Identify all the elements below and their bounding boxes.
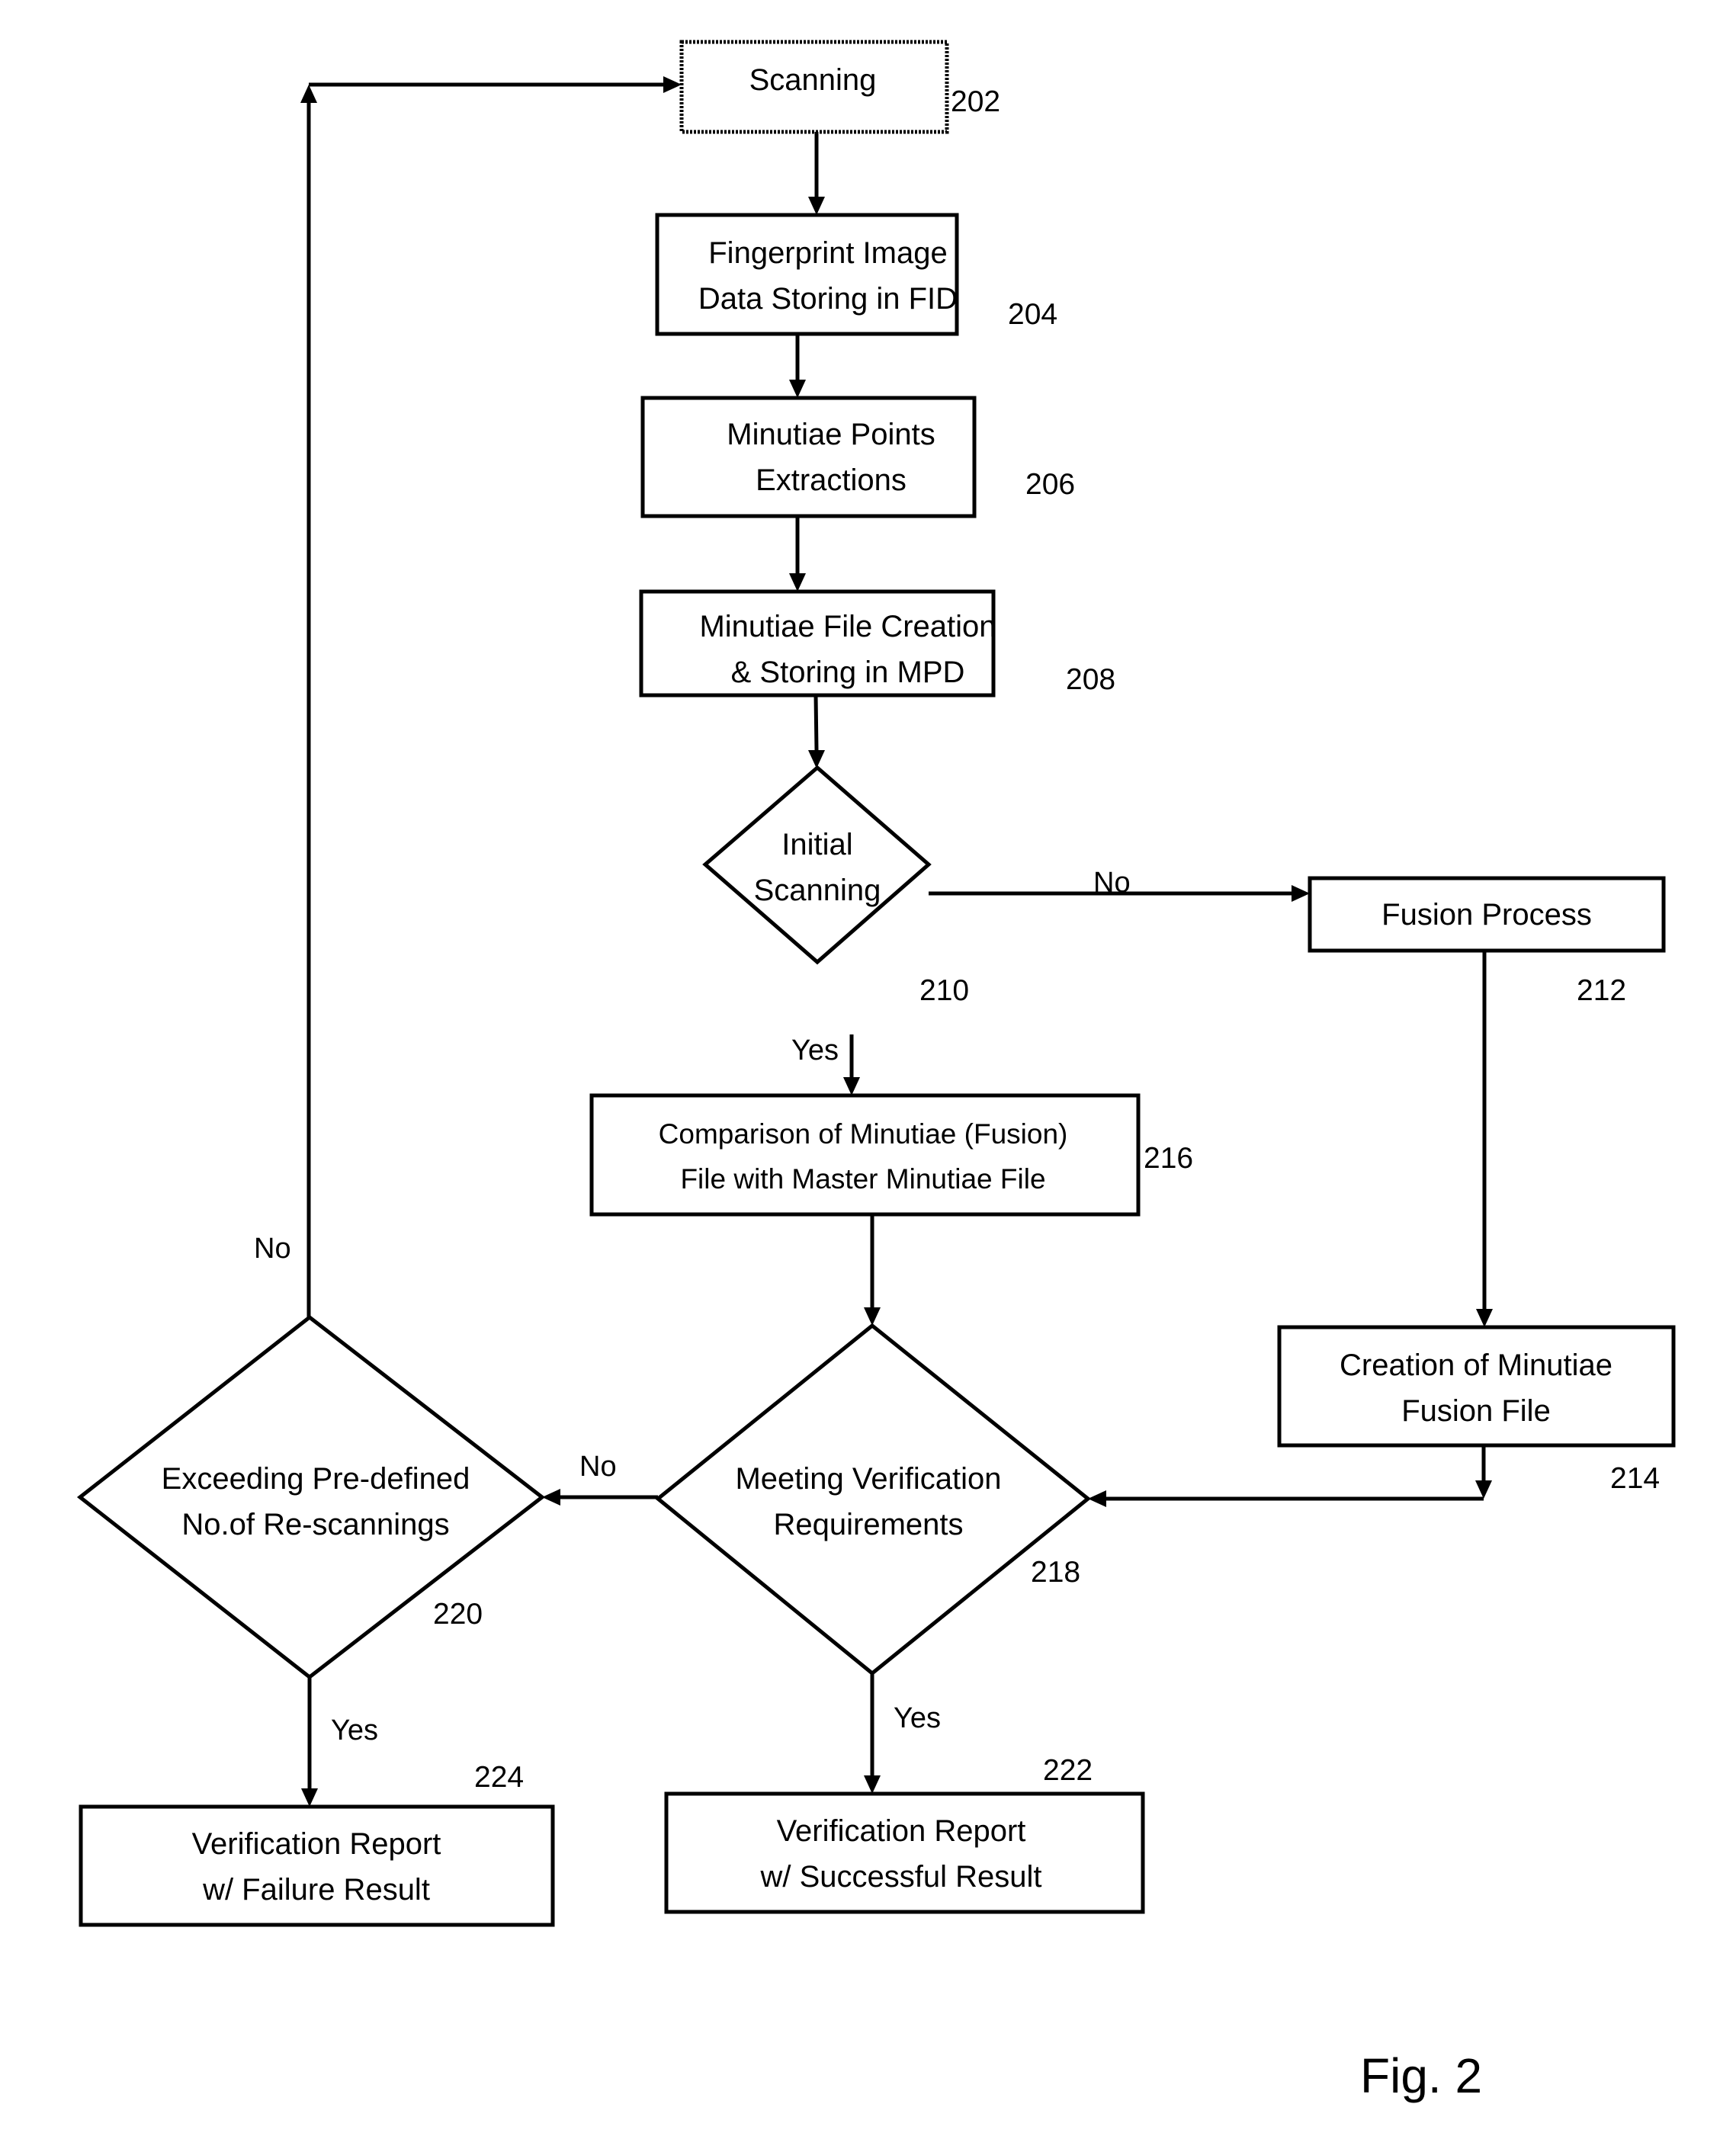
node-label: Fingerprint Image [708,236,947,270]
ref-number: 210 [919,974,969,1007]
node-minutiae-file-creation: Minutiae File Creation & Storing in MPD … [639,589,1115,698]
decision-diamond [702,765,932,965]
figure-label: Fig. 2 [1360,2048,1482,2103]
process-box [664,1791,1145,1914]
node-label: & Storing in MPD [731,656,965,689]
node-label: Creation of Minutiae [1340,1349,1612,1382]
ref-number: 224 [474,1761,524,1794]
ref-number: 204 [1008,298,1057,331]
node-fingerprint-storing: Fingerprint Image Data Storing in FID 20… [655,213,1057,336]
process-box [655,213,959,336]
ref-number: 218 [1031,1556,1080,1589]
node-label: Comparison of Minutiae (Fusion) [659,1118,1068,1150]
decision-diamond [655,1323,1091,1676]
ref-number: 212 [1577,974,1626,1007]
node-report-failure: Verification Report w/ Failure Result 22… [79,1761,555,1927]
process-box [79,1804,555,1927]
arrowhead-icon [789,380,806,398]
arrowhead-icon [301,1788,318,1807]
arrowhead-icon [808,197,825,215]
node-label: Initial [781,828,852,861]
decision-meeting-verification: Meeting Verification Requirements 218 [655,1323,1091,1676]
node-label: Scanning [754,874,881,907]
node-label: Fusion File [1401,1394,1551,1428]
node-minutiae-extraction: Minutiae Points Extractions 206 [640,396,1075,518]
edge-label-no: No [1093,867,1131,899]
ref-number: 216 [1144,1142,1193,1175]
node-label: No.of Re-scannings [181,1508,449,1541]
arrowhead-icon [864,1307,881,1326]
decision-exceeding-rescans: Exceeding Pre-defined No.of Re-scannings… [76,1314,546,1680]
node-label: Exceeding Pre-defined [162,1462,470,1496]
arrowhead-icon [864,1775,881,1794]
arrowhead-icon [300,85,317,103]
node-comparison: Comparison of Minutiae (Fusion) File wit… [589,1093,1193,1217]
node-label: Meeting Verification [735,1462,1001,1496]
node-label: Requirements [773,1508,963,1541]
node-report-success: Verification Report w/ Successful Result… [664,1754,1145,1914]
arrowhead-icon [663,76,682,93]
arrowhead-icon [1476,1309,1493,1327]
node-label: Extractions [756,463,907,497]
edge-label-no: No [579,1451,617,1483]
node-label: w/ Successful Result [759,1860,1041,1894]
arrowhead-icon [1475,1480,1492,1499]
node-label: Data Storing in FID [698,282,958,316]
arrowhead-icon [808,750,825,768]
node-label: Verification Report [192,1827,441,1861]
edge-label-yes: Yes [791,1034,839,1066]
flowchart-canvas: Scanning 202 Fingerprint Image Data Stor… [76,40,1676,2103]
node-fusion-file-creation: Creation of Minutiae Fusion File 214 [1277,1325,1676,1495]
node-label: Minutiae File Creation [699,610,996,643]
node-label: Verification Report [777,1814,1026,1848]
decision-initial-scanning: Initial Scanning 210 [702,765,969,1007]
node-scanning: Scanning 202 [679,40,1000,134]
ref-number: 214 [1610,1462,1660,1495]
process-box [589,1093,1141,1217]
edge-label-no: No [254,1233,291,1265]
node-label: Fusion Process [1381,898,1592,932]
node-label: Minutiae Points [727,418,935,451]
arrowhead-icon [789,573,806,592]
arrowhead-icon [1292,885,1310,902]
arrowhead-icon [843,1077,860,1095]
node-label: Scanning [749,63,877,97]
ref-number: 208 [1066,663,1115,696]
edge-208-210 [813,694,819,751]
node-label: w/ Failure Result [202,1873,430,1907]
ref-number: 222 [1043,1754,1093,1787]
node-label: File with Master Minutiae File [680,1163,1045,1195]
node-fusion-process: Fusion Process 212 [1308,876,1666,1007]
ref-number: 220 [433,1598,483,1631]
edge-label-yes: Yes [331,1714,378,1746]
ref-number: 206 [1025,468,1075,501]
ref-number: 202 [951,85,1000,118]
process-box [640,396,977,518]
edge-label-yes: Yes [894,1702,941,1734]
